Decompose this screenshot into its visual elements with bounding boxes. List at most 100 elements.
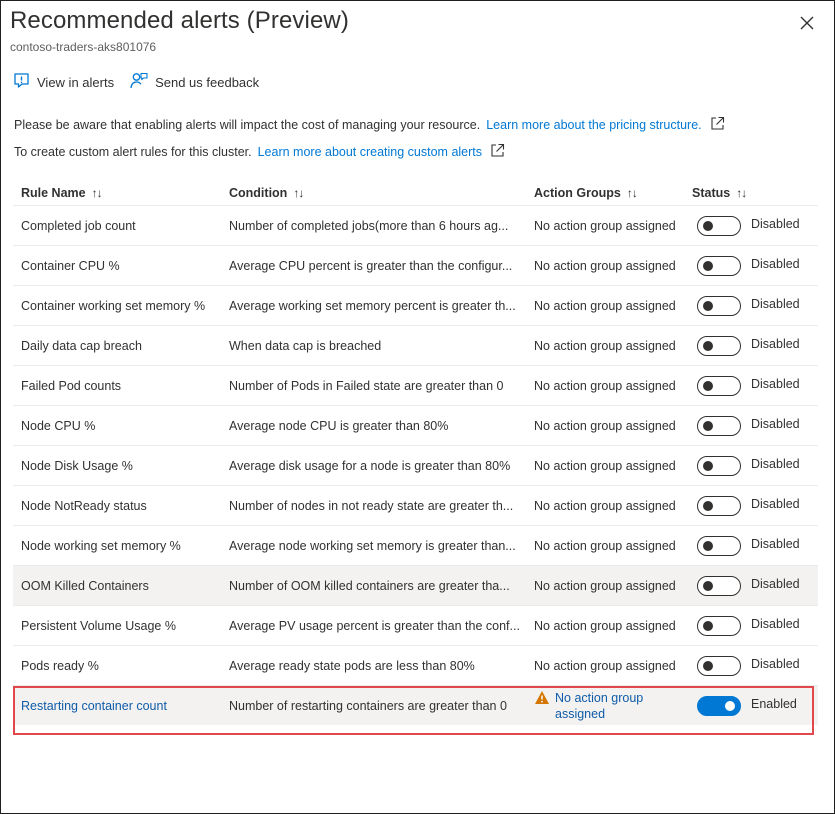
- status-label: Disabled: [751, 257, 800, 271]
- rule-name-cell: Pods ready %: [21, 659, 99, 673]
- table-row[interactable]: Persistent Volume Usage % Average PV usag…: [13, 605, 818, 645]
- rule-name-cell: Completed job count: [21, 219, 136, 233]
- table-row[interactable]: Node Disk Usage % Average disk usage for …: [13, 445, 818, 485]
- status-cell: Enabled: [697, 696, 797, 716]
- action-group-warning[interactable]: No action group assigned: [534, 690, 643, 722]
- action-group-cell: No action group assigned: [534, 659, 676, 673]
- rule-name-cell: Container CPU %: [21, 259, 120, 273]
- alert-icon: [13, 72, 37, 92]
- view-in-alerts-label: View in alerts: [37, 74, 115, 90]
- status-header-label: Status: [692, 186, 731, 200]
- pricing-info-line: Please be aware that enabling alerts wil…: [14, 116, 725, 134]
- status-label: Disabled: [751, 417, 800, 431]
- toggle-knob: [703, 621, 713, 631]
- status-cell: Disabled: [697, 336, 800, 356]
- view-in-alerts-button[interactable]: View in alerts: [13, 72, 114, 92]
- status-toggle[interactable]: [697, 336, 741, 356]
- toggle-knob: [703, 421, 713, 431]
- condition-header-label: Condition: [229, 186, 288, 200]
- action-group-link[interactable]: No action group assigned: [555, 690, 643, 722]
- status-label: Disabled: [751, 657, 800, 671]
- sort-icon: ↑↓: [91, 186, 103, 200]
- status-cell: Disabled: [697, 496, 800, 516]
- status-cell: Disabled: [697, 616, 800, 636]
- column-header-action-groups[interactable]: Action Groups ↑↓: [534, 186, 638, 200]
- status-toggle[interactable]: [697, 656, 741, 676]
- toolbar: View in alerts Send us feedback: [13, 72, 275, 92]
- status-toggle[interactable]: [697, 376, 741, 396]
- condition-cell: When data cap is breached: [229, 339, 382, 353]
- pricing-structure-link[interactable]: Learn more about the pricing structure.: [486, 118, 701, 132]
- toggle-knob: [703, 581, 713, 591]
- table-row[interactable]: Node NotReady status Number of nodes in n…: [13, 485, 818, 525]
- status-label: Disabled: [751, 577, 800, 591]
- external-link-icon[interactable]: [702, 116, 725, 134]
- status-cell: Disabled: [697, 656, 800, 676]
- rule-name-cell: Failed Pod counts: [21, 379, 122, 393]
- condition-cell: Average node working set memory is great…: [229, 539, 516, 553]
- condition-cell: Average working set memory percent is gr…: [229, 299, 516, 313]
- condition-cell: Average disk usage for a node is greater…: [229, 459, 511, 473]
- condition-cell: Number of OOM killed containers are grea…: [229, 579, 510, 593]
- status-toggle[interactable]: [697, 456, 741, 476]
- feedback-person-icon: [130, 72, 155, 92]
- action-group-line2: assigned: [555, 707, 606, 721]
- status-label: Disabled: [751, 537, 800, 551]
- status-cell: Disabled: [697, 536, 800, 556]
- pricing-info-text: Please be aware that enabling alerts wil…: [14, 118, 481, 132]
- rule-name-cell: Container working set memory %: [21, 299, 206, 313]
- status-cell: Disabled: [697, 416, 800, 436]
- table-row[interactable]: Node working set memory % Average node wo…: [13, 525, 818, 565]
- toggle-knob: [703, 381, 713, 391]
- status-toggle[interactable]: [697, 576, 741, 596]
- condition-cell: Average node CPU is greater than 80%: [229, 419, 449, 433]
- status-toggle[interactable]: [697, 416, 741, 436]
- status-toggle[interactable]: [697, 616, 741, 636]
- status-label: Disabled: [751, 457, 800, 471]
- action-groups-header-label: Action Groups: [534, 186, 621, 200]
- status-label: Disabled: [751, 497, 800, 511]
- status-toggle[interactable]: [697, 256, 741, 276]
- custom-alerts-link[interactable]: Learn more about creating custom alerts: [258, 145, 482, 159]
- toggle-knob: [703, 661, 713, 671]
- rule-name-cell: Node CPU %: [21, 419, 96, 433]
- status-toggle[interactable]: [697, 216, 741, 236]
- status-toggle[interactable]: [697, 536, 741, 556]
- toggle-knob: [703, 221, 713, 231]
- table-row-highlighted[interactable]: Restarting container count Number of res…: [13, 685, 818, 725]
- send-feedback-label: Send us feedback: [155, 74, 260, 90]
- sort-icon: ↑↓: [293, 186, 304, 200]
- table-row[interactable]: Completed job count Number of completed j…: [13, 205, 818, 245]
- status-toggle[interactable]: [697, 296, 741, 316]
- toggle-knob: [703, 341, 713, 351]
- status-toggle[interactable]: [697, 496, 741, 516]
- column-header-rule-name[interactable]: Rule Name ↑↓: [21, 186, 103, 200]
- external-link-icon[interactable]: [482, 143, 505, 161]
- panel-subtitle: contoso-traders-aks801076: [10, 40, 157, 54]
- close-icon[interactable]: [797, 13, 817, 33]
- column-header-condition[interactable]: Condition ↑↓: [229, 186, 304, 200]
- table-row[interactable]: Daily data cap breach When data cap is br…: [13, 325, 818, 365]
- table-row[interactable]: OOM Killed Containers Number of OOM kille…: [13, 565, 818, 605]
- custom-alerts-info-text: To create custom alert rules for this cl…: [14, 145, 252, 159]
- action-group-cell: No action group assigned: [534, 619, 676, 633]
- action-group-cell: No action group assigned: [534, 219, 676, 233]
- status-cell: Disabled: [697, 296, 800, 316]
- table-header: Rule Name ↑↓ Condition ↑↓ Action Groups …: [13, 184, 818, 204]
- column-header-status[interactable]: Status ↑↓: [692, 186, 747, 200]
- table-row[interactable]: Failed Pod counts Number of Pods in Faile…: [13, 365, 818, 405]
- status-cell: Disabled: [697, 576, 800, 596]
- rule-name-link[interactable]: Restarting container count: [21, 699, 226, 713]
- table-row[interactable]: Pods ready % Average ready state pods are…: [13, 645, 818, 685]
- table-row[interactable]: Container working set memory % Average wo…: [13, 285, 818, 325]
- toggle-knob: [703, 461, 713, 471]
- table-row[interactable]: Node CPU % Average node CPU is greater th…: [13, 405, 818, 445]
- status-toggle[interactable]: [697, 696, 741, 716]
- send-feedback-button[interactable]: Send us feedback: [130, 72, 259, 92]
- status-label: Enabled: [751, 697, 797, 711]
- condition-cell: Average PV usage percent is greater than…: [229, 619, 520, 633]
- condition-cell: Number of restarting containers are grea…: [229, 699, 507, 713]
- table-row[interactable]: Container CPU % Average CPU percent is gr…: [13, 245, 818, 285]
- action-group-cell: No action group assigned: [534, 339, 676, 353]
- condition-cell: Average CPU percent is greater than the …: [229, 259, 513, 273]
